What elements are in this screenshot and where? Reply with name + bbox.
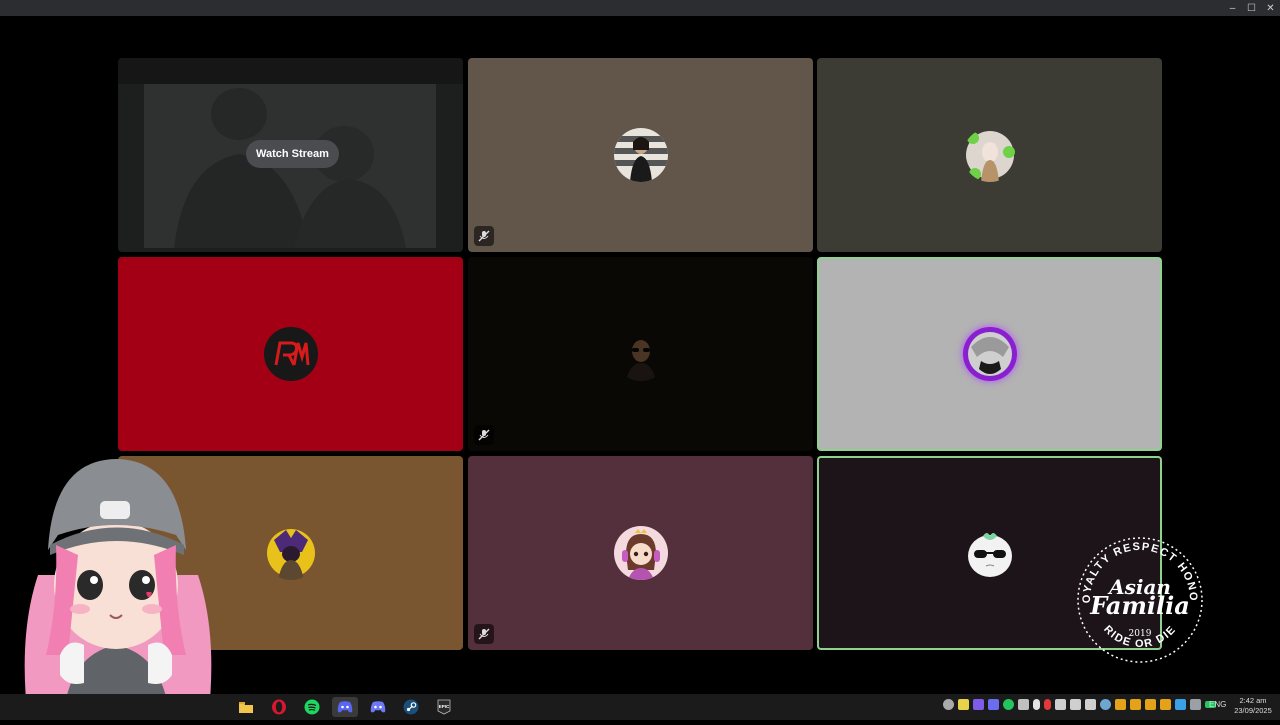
girl-headphones-icon — [613, 526, 668, 580]
speaker-icon[interactable] — [1070, 699, 1081, 710]
steam-tray-icon[interactable] — [1100, 699, 1111, 710]
clover-anime-icon — [962, 128, 1017, 182]
tray-app-icon[interactable] — [1160, 699, 1171, 710]
muted-mic-icon — [474, 425, 494, 445]
vtuber-avatar-overlay — [8, 455, 224, 720]
window-titlebar: – ☐ ✕ — [0, 0, 1280, 16]
rm-logo-icon — [263, 327, 318, 381]
maximize-icon[interactable]: ☐ — [1242, 0, 1261, 16]
windows-taskbar: EPIC ENG 2:42 am 23/09/2025 — [0, 694, 1280, 720]
window-controls: – ☐ ✕ — [1223, 0, 1280, 16]
system-tray — [943, 699, 1216, 710]
clock-date: 23/09/2025 — [1234, 706, 1272, 715]
tray-app-icon[interactable] — [1115, 699, 1126, 710]
purple-glow-anime-icon — [962, 327, 1017, 381]
mic-alert-icon[interactable] — [1044, 699, 1051, 710]
spotify-icon[interactable] — [299, 697, 325, 717]
tray-app-icon[interactable] — [958, 699, 969, 710]
participant-tile[interactable] — [468, 58, 813, 252]
tray-app-icon[interactable] — [973, 699, 984, 710]
participant-tile-speaking[interactable] — [817, 257, 1162, 451]
language-indicator[interactable]: ENG — [1209, 700, 1226, 709]
monitor-icon[interactable] — [1055, 699, 1066, 710]
tray-app-icon[interactable] — [943, 699, 954, 710]
clock-time: 2:42 am — [1239, 696, 1267, 705]
woman-striped-photo-icon — [613, 128, 668, 182]
participant-tile[interactable] — [817, 58, 1162, 252]
tray-app-icon[interactable] — [988, 699, 999, 710]
file-explorer-icon[interactable] — [233, 697, 259, 717]
asian-familia-logo: LOYALTY RESPECT HONOR Asian Familia 2019… — [1063, 519, 1212, 672]
minimize-icon[interactable]: – — [1223, 0, 1242, 16]
logo-script-line2: Familia — [1089, 591, 1190, 620]
steam-icon[interactable] — [398, 697, 424, 717]
bunny-sunglasses-icon — [962, 526, 1017, 580]
muted-mic-icon — [474, 624, 494, 644]
tray-app-icon[interactable] — [1145, 699, 1156, 710]
network-icon[interactable] — [1085, 699, 1096, 710]
participant-tile[interactable] — [468, 456, 813, 650]
watch-stream-button[interactable]: Watch Stream — [246, 140, 339, 168]
microphone-icon[interactable] — [1033, 699, 1040, 710]
epic-label: EPIC — [439, 704, 450, 709]
discord-alt-icon[interactable] — [365, 697, 391, 717]
opera-icon[interactable] — [266, 697, 292, 717]
tray-app-icon[interactable] — [1003, 699, 1014, 710]
stream-tile[interactable]: Watch Stream — [118, 58, 463, 252]
masked-character-icon — [263, 526, 318, 580]
sunglasses-man-photo-icon — [613, 327, 668, 381]
discord-icon[interactable] — [332, 697, 358, 717]
tray-app-icon[interactable] — [1175, 699, 1186, 710]
muted-mic-icon — [474, 226, 494, 246]
taskbar-apps: EPIC — [233, 697, 457, 717]
voice-call-grid: Watch Stream — [118, 58, 1162, 650]
tray-app-icon[interactable] — [1190, 699, 1201, 710]
tray-app-icon[interactable] — [1018, 699, 1029, 710]
close-icon[interactable]: ✕ — [1261, 0, 1280, 16]
tray-app-icon[interactable] — [1130, 699, 1141, 710]
participant-tile[interactable] — [118, 257, 463, 451]
epic-games-icon[interactable]: EPIC — [431, 697, 457, 717]
participant-tile[interactable] — [468, 257, 813, 451]
taskbar-clock[interactable]: 2:42 am 23/09/2025 — [1228, 696, 1278, 716]
